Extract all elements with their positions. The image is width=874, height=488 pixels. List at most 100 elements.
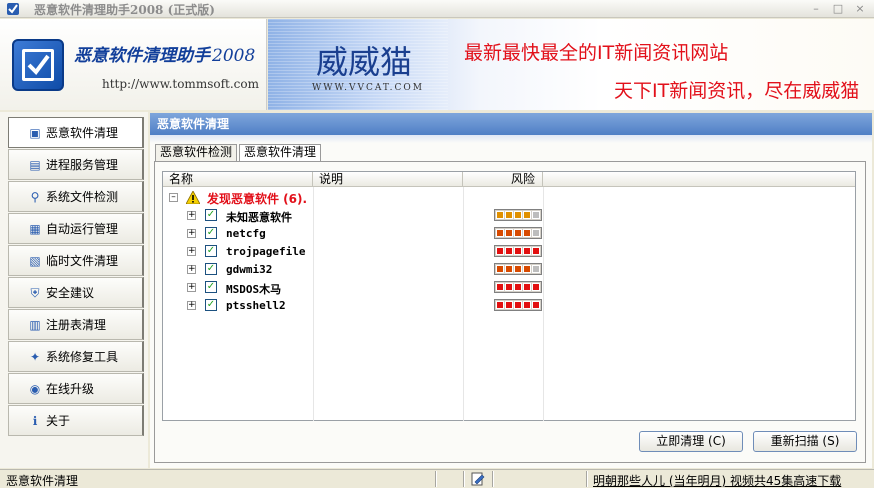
sidebar-item-label: 系统文件检测 [46, 190, 119, 204]
tab-clean[interactable]: 恶意软件清理 [239, 144, 322, 161]
risk-segment [505, 265, 513, 273]
risk-segment [532, 283, 540, 291]
risk-segment [496, 247, 504, 255]
risk-segment [514, 247, 522, 255]
sidebar-item-autorun[interactable]: ▦ 自动运行管理 [8, 213, 144, 244]
maximize-button[interactable]: □ [828, 1, 848, 16]
close-button[interactable]: × [850, 1, 870, 16]
sidebar-item-tempfile[interactable]: ▧ 临时文件清理 [8, 245, 144, 276]
logo-name: 恶意软件清理助手 2008 [74, 41, 255, 66]
table-row[interactable]: + ✓ netcfg [163, 225, 855, 243]
sidebar-item-process[interactable]: ▤ 进程服务管理 [8, 149, 144, 180]
ad-banner[interactable]: 威威猫 WWW.VVCAT.COM 最新最快最全的IT新闻资讯网站 天下IT新闻… [268, 19, 874, 110]
logo-icon [12, 39, 64, 91]
group-label: 发现恶意软件 (6). [207, 192, 308, 206]
expand-icon[interactable]: + [187, 247, 196, 256]
item-checkbox[interactable]: ✓ [205, 209, 217, 221]
sidebar-item-label: 进程服务管理 [46, 158, 119, 172]
risk-segment [523, 283, 531, 291]
table-row[interactable]: + ✓ 未知恶意软件 [163, 207, 855, 225]
sidebar-item-registry[interactable]: ▥ 注册表清理 [8, 309, 144, 340]
sidebar-item-label: 注册表清理 [46, 318, 107, 332]
risk-segment [532, 265, 540, 273]
globe-icon: ◉ [29, 381, 41, 396]
sidebar-item-repair[interactable]: ✦ 系统修复工具 [8, 341, 144, 372]
sidebar-item-malware-clean[interactable]: ▣ 恶意软件清理 [8, 117, 144, 148]
risk-segment [496, 229, 504, 237]
sidebar-item-about[interactable]: ℹ 关于 [8, 405, 144, 436]
item-checkbox[interactable]: ✓ [205, 281, 217, 293]
risk-segment [514, 283, 522, 291]
collapse-icon[interactable]: – [169, 193, 178, 202]
risk-segment [514, 301, 522, 309]
column-risk[interactable]: 风险 [463, 172, 543, 187]
risk-segment [514, 229, 522, 237]
sidebar-item-label: 临时文件清理 [46, 254, 119, 268]
item-name: netcfg [226, 227, 266, 240]
rescan-button[interactable]: 重新扫描 (S) [753, 431, 857, 452]
info-icon: ℹ [32, 413, 38, 428]
sidebar-item-label: 恶意软件清理 [46, 126, 119, 140]
tab-strip: 恶意软件检测 恶意软件清理 [155, 144, 323, 161]
malware-list[interactable]: 名称 说明 风险 – 发现恶意软件 (6). + ✓ 未知恶意软件 + ✓ ne… [162, 171, 856, 421]
expand-icon[interactable]: + [187, 301, 196, 310]
risk-meter [494, 245, 542, 257]
ad-subline: 天下IT新闻资讯，尽在威威猫 [614, 80, 860, 102]
column-desc[interactable]: 说明 [313, 172, 463, 187]
process-icon: ▤ [29, 157, 41, 172]
sidebar: ▣ 恶意软件清理 ▤ 进程服务管理 ⚲ 系统文件检测 ▦ 自动运行管理 ▧ 临时… [0, 112, 148, 468]
registry-icon: ▥ [29, 317, 41, 332]
logo-url: http://www.tommsoft.com [102, 77, 259, 91]
risk-segment [523, 229, 531, 237]
sidebar-item-label: 在线升级 [46, 382, 95, 396]
status-ad-link[interactable]: 明朝那些人儿 (当年明月) 视频共45集高速下载 [593, 472, 841, 488]
table-row[interactable]: + ✓ gdwmi32 [163, 261, 855, 279]
risk-segment [532, 211, 540, 219]
shield-icon: ⛨ [30, 285, 40, 300]
item-name: 未知恶意软件 [226, 211, 292, 224]
risk-segment [523, 301, 531, 309]
expand-icon[interactable]: + [187, 211, 196, 220]
risk-segment [496, 283, 504, 291]
item-name: gdwmi32 [226, 263, 273, 276]
risk-segment [523, 211, 531, 219]
risk-segment [496, 301, 504, 309]
status-text: 恶意软件清理 [6, 474, 79, 488]
risk-meter [494, 227, 542, 239]
risk-segment [532, 301, 540, 309]
app-icon [7, 3, 19, 15]
column-name[interactable]: 名称 [163, 172, 313, 187]
tree-group-row[interactable]: – 发现恶意软件 (6). [163, 189, 855, 207]
repair-icon: ✦ [29, 349, 41, 364]
clean-now-button[interactable]: 立即清理 (C) [639, 431, 743, 452]
sidebar-item-update[interactable]: ◉ 在线升级 [8, 373, 144, 404]
sidebar-item-system-file[interactable]: ⚲ 系统文件检测 [8, 181, 144, 212]
minimize-button[interactable]: – [806, 1, 826, 16]
expand-icon[interactable]: + [187, 265, 196, 274]
logo-name-text: 恶意软件清理助手 [74, 46, 210, 66]
risk-segment [523, 247, 531, 255]
item-checkbox[interactable]: ✓ [205, 299, 217, 311]
table-row[interactable]: + ✓ MSDOS木马 [163, 279, 855, 297]
title-bar: 恶意软件清理助手2008 (正式版) – □ × [0, 0, 874, 18]
tab-detect[interactable]: 恶意软件检测 [155, 144, 238, 161]
ad-brand: 威威猫 [316, 43, 413, 81]
status-bar: 恶意软件清理 明朝那些人儿 (当年明月) 视频共45集高速下载 [0, 469, 874, 488]
expand-icon[interactable]: + [187, 229, 196, 238]
table-row[interactable]: + ✓ trojpagefile [163, 243, 855, 261]
edit-icon[interactable] [470, 471, 486, 487]
expand-icon[interactable]: + [187, 283, 196, 292]
item-name: ptsshell2 [226, 299, 286, 312]
table-row[interactable]: + ✓ ptsshell2 [163, 297, 855, 315]
banner: 恶意软件清理助手 2008 http://www.tommsoft.com 威威猫… [0, 19, 874, 110]
logo-area: 恶意软件清理助手 2008 http://www.tommsoft.com [0, 19, 267, 110]
item-checkbox[interactable]: ✓ [205, 245, 217, 257]
list-header: 名称 说明 风险 [163, 172, 855, 187]
risk-segment [496, 211, 504, 219]
tab-body: 名称 说明 风险 – 发现恶意软件 (6). + ✓ 未知恶意软件 + ✓ ne… [154, 161, 866, 463]
item-checkbox[interactable]: ✓ [205, 263, 217, 275]
risk-meter [494, 281, 542, 293]
risk-meter [494, 299, 542, 311]
item-checkbox[interactable]: ✓ [205, 227, 217, 239]
sidebar-item-security[interactable]: ⛨ 安全建议 [8, 277, 144, 308]
